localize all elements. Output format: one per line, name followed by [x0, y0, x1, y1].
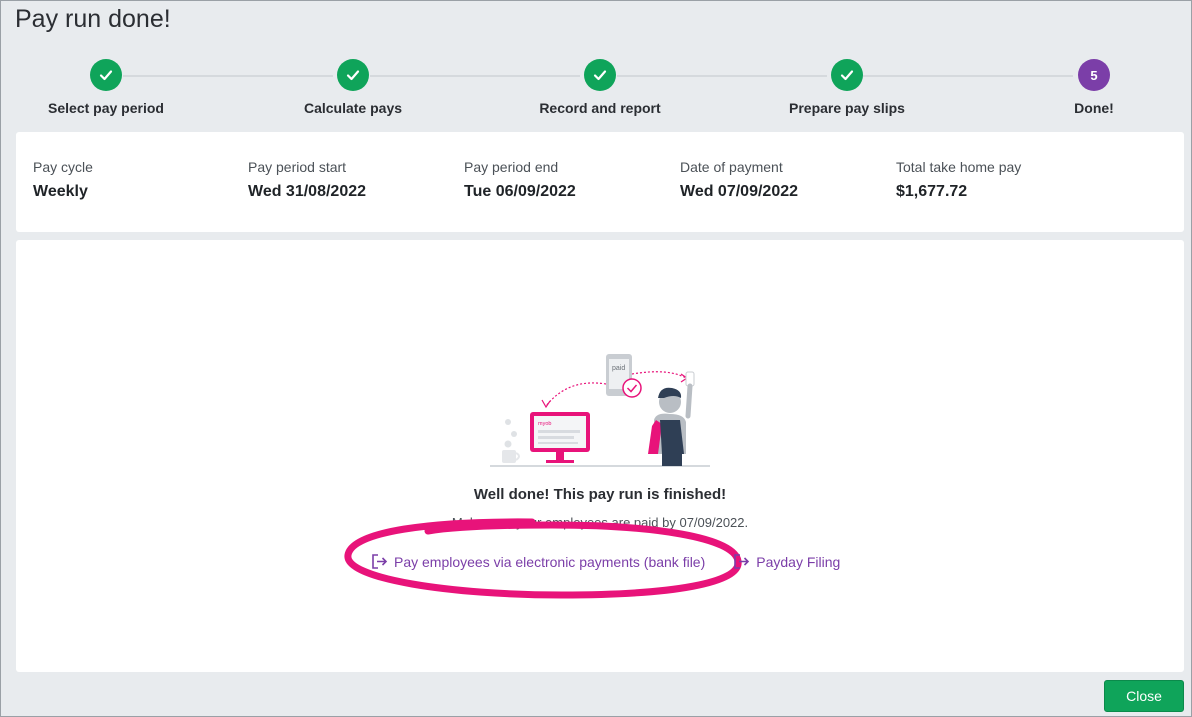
- summary-pay-cycle: Pay cycle Weekly: [33, 159, 93, 201]
- completion-subtext: Make sure your employees are paid by 07/…: [451, 515, 749, 530]
- summary-period-end: Pay period end Tue 06/09/2022: [464, 159, 576, 201]
- payday-filing-link[interactable]: Payday Filing: [733, 553, 840, 570]
- transfer-arrow: [545, 382, 607, 407]
- completion-heading: Well done! This pay run is finished!: [473, 486, 727, 503]
- check-icon: [337, 59, 369, 91]
- action-links: Pay employees via electronic payments (b…: [371, 553, 840, 570]
- completion-panel: myob paid Well done! This pay run is fin…: [16, 240, 1184, 672]
- step-calculate-pays: Calculate pays: [253, 59, 453, 116]
- monitor-icon: myob: [530, 412, 590, 463]
- step-select-pay-period: Select pay period: [6, 59, 206, 116]
- summary-label: Total take home pay: [896, 159, 1022, 175]
- phone-icon: paid: [606, 354, 642, 398]
- summary-label: Pay cycle: [33, 159, 93, 175]
- payment-illustration: myob paid: [490, 354, 710, 467]
- payday-filing-link-label: Payday Filing: [756, 553, 841, 570]
- step-label: Select pay period: [48, 100, 164, 116]
- pay-run-summary: Pay cycle Weekly Pay period start Wed 31…: [16, 132, 1184, 232]
- summary-payment-date: Date of payment Wed 07/09/2022: [680, 159, 798, 201]
- close-button[interactable]: Close: [1104, 680, 1184, 712]
- summary-label: Date of payment: [680, 159, 783, 175]
- step-label: Prepare pay slips: [789, 100, 905, 116]
- phone-text: paid: [612, 365, 625, 372]
- check-icon: [90, 59, 122, 91]
- step-label: Done!: [1074, 100, 1114, 116]
- bank-file-link[interactable]: Pay employees via electronic payments (b…: [371, 553, 705, 570]
- export-icon: [372, 554, 388, 569]
- summary-label: Pay period start: [248, 159, 347, 175]
- step-done: 5 Done!: [994, 59, 1192, 116]
- step-label: Calculate pays: [303, 100, 403, 116]
- progress-stepper: Select pay period Calculate pays Record …: [1, 59, 1192, 119]
- summary-period-start: Pay period start Wed 31/08/2022: [248, 159, 366, 201]
- transfer-arrow: [631, 371, 687, 379]
- summary-value: Tue 06/09/2022: [464, 183, 576, 200]
- summary-value: $1,677.72: [896, 183, 968, 200]
- summary-value: Wed 31/08/2022: [248, 183, 367, 200]
- check-icon: [584, 59, 616, 91]
- summary-value: Weekly: [33, 183, 88, 200]
- summary-take-home: Total take home pay $1,677.72: [896, 159, 1021, 201]
- person-icon: [648, 371, 695, 466]
- step-label: Record and report: [539, 100, 661, 116]
- summary-value: Wed 07/09/2022: [680, 183, 799, 200]
- coffee-cup-icon: [502, 419, 520, 463]
- monitor-logo: myob: [538, 421, 551, 427]
- check-icon: [831, 59, 863, 91]
- summary-label: Pay period end: [464, 159, 559, 175]
- transfer-arrow-head: [541, 399, 551, 409]
- step-prepare-pay-slips: Prepare pay slips: [747, 59, 947, 116]
- page-title: Pay run done!: [15, 5, 171, 33]
- bank-file-link-label: Pay employees via electronic payments (b…: [394, 553, 706, 570]
- step-record-and-report: Record and report: [500, 59, 700, 116]
- export-icon: [734, 554, 750, 569]
- step-number: 5: [1078, 59, 1110, 91]
